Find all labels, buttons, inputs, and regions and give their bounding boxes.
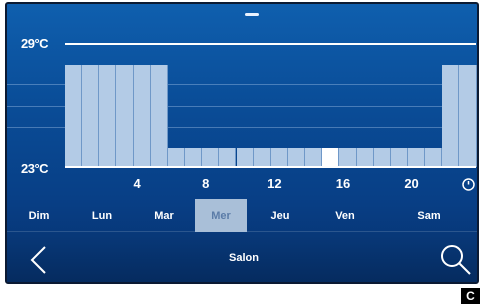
hour-bar[interactable] xyxy=(305,148,323,167)
x-tick-label: 4 xyxy=(133,176,141,191)
hour-bar[interactable] xyxy=(425,148,443,167)
day-tab-sam[interactable]: Sam xyxy=(377,199,477,232)
day-tab-jeu[interactable]: Jeu xyxy=(247,199,313,232)
hour-bar[interactable] xyxy=(390,148,408,167)
day-tab-mar[interactable]: Mar xyxy=(133,199,195,232)
hour-bar[interactable] xyxy=(408,148,426,167)
hour-bar[interactable] xyxy=(236,148,254,167)
hour-bar[interactable] xyxy=(219,148,237,167)
x-tick-label: 8 xyxy=(202,176,210,191)
x-tick-label: 20 xyxy=(404,176,419,191)
hour-bar[interactable] xyxy=(459,65,477,167)
hour-bar[interactable] xyxy=(99,65,117,167)
hour-bar[interactable] xyxy=(133,65,151,167)
room-name: Salon xyxy=(229,252,259,264)
day-selector: Dim Lun Mar Mer Jeu Ven Sam xyxy=(7,199,477,232)
search-icon[interactable] xyxy=(439,243,473,277)
min-temp-line xyxy=(65,166,476,168)
hour-bar[interactable] xyxy=(150,65,168,167)
y-min-label: 23°C xyxy=(21,161,49,176)
hour-bar[interactable] xyxy=(270,148,288,167)
hour-bar[interactable] xyxy=(442,65,460,167)
day-tab-mer[interactable]: Mer xyxy=(195,199,247,232)
x-tick-label: 16 xyxy=(335,176,351,191)
bottom-bar: Salon xyxy=(7,232,477,282)
x-tick-label: 12 xyxy=(267,176,282,191)
day-tab-dim[interactable]: Dim xyxy=(7,199,71,232)
day-tab-ven[interactable]: Ven xyxy=(313,199,377,232)
day-tab-lun[interactable]: Lun xyxy=(71,199,133,232)
max-temp-line xyxy=(65,43,476,45)
hour-bar[interactable] xyxy=(287,148,306,167)
hour-bar[interactable] xyxy=(116,65,134,167)
schedule-chart[interactable]: 29°C 23°C 4 8 12 16 20 xyxy=(7,4,477,194)
hour-bar[interactable] xyxy=(253,148,271,167)
hour-bar[interactable] xyxy=(356,148,374,167)
hour-bar[interactable] xyxy=(339,148,357,167)
hour-bar[interactable] xyxy=(185,148,203,167)
panel-letter: C xyxy=(461,288,480,304)
hour-bar[interactable] xyxy=(82,65,100,167)
current-hour-bar[interactable] xyxy=(322,148,340,167)
thermostat-screen: 29°C 23°C 4 8 12 16 20 Dim Lun Mar Mer Jeu Ven Sam… xyxy=(5,2,479,284)
clock-icon[interactable] xyxy=(462,178,475,191)
y-max-label: 29°C xyxy=(21,36,49,51)
hour-bar[interactable] xyxy=(202,148,220,167)
hour-bar[interactable] xyxy=(167,148,186,167)
hour-bar[interactable] xyxy=(65,65,83,167)
hour-bar[interactable] xyxy=(373,148,391,167)
